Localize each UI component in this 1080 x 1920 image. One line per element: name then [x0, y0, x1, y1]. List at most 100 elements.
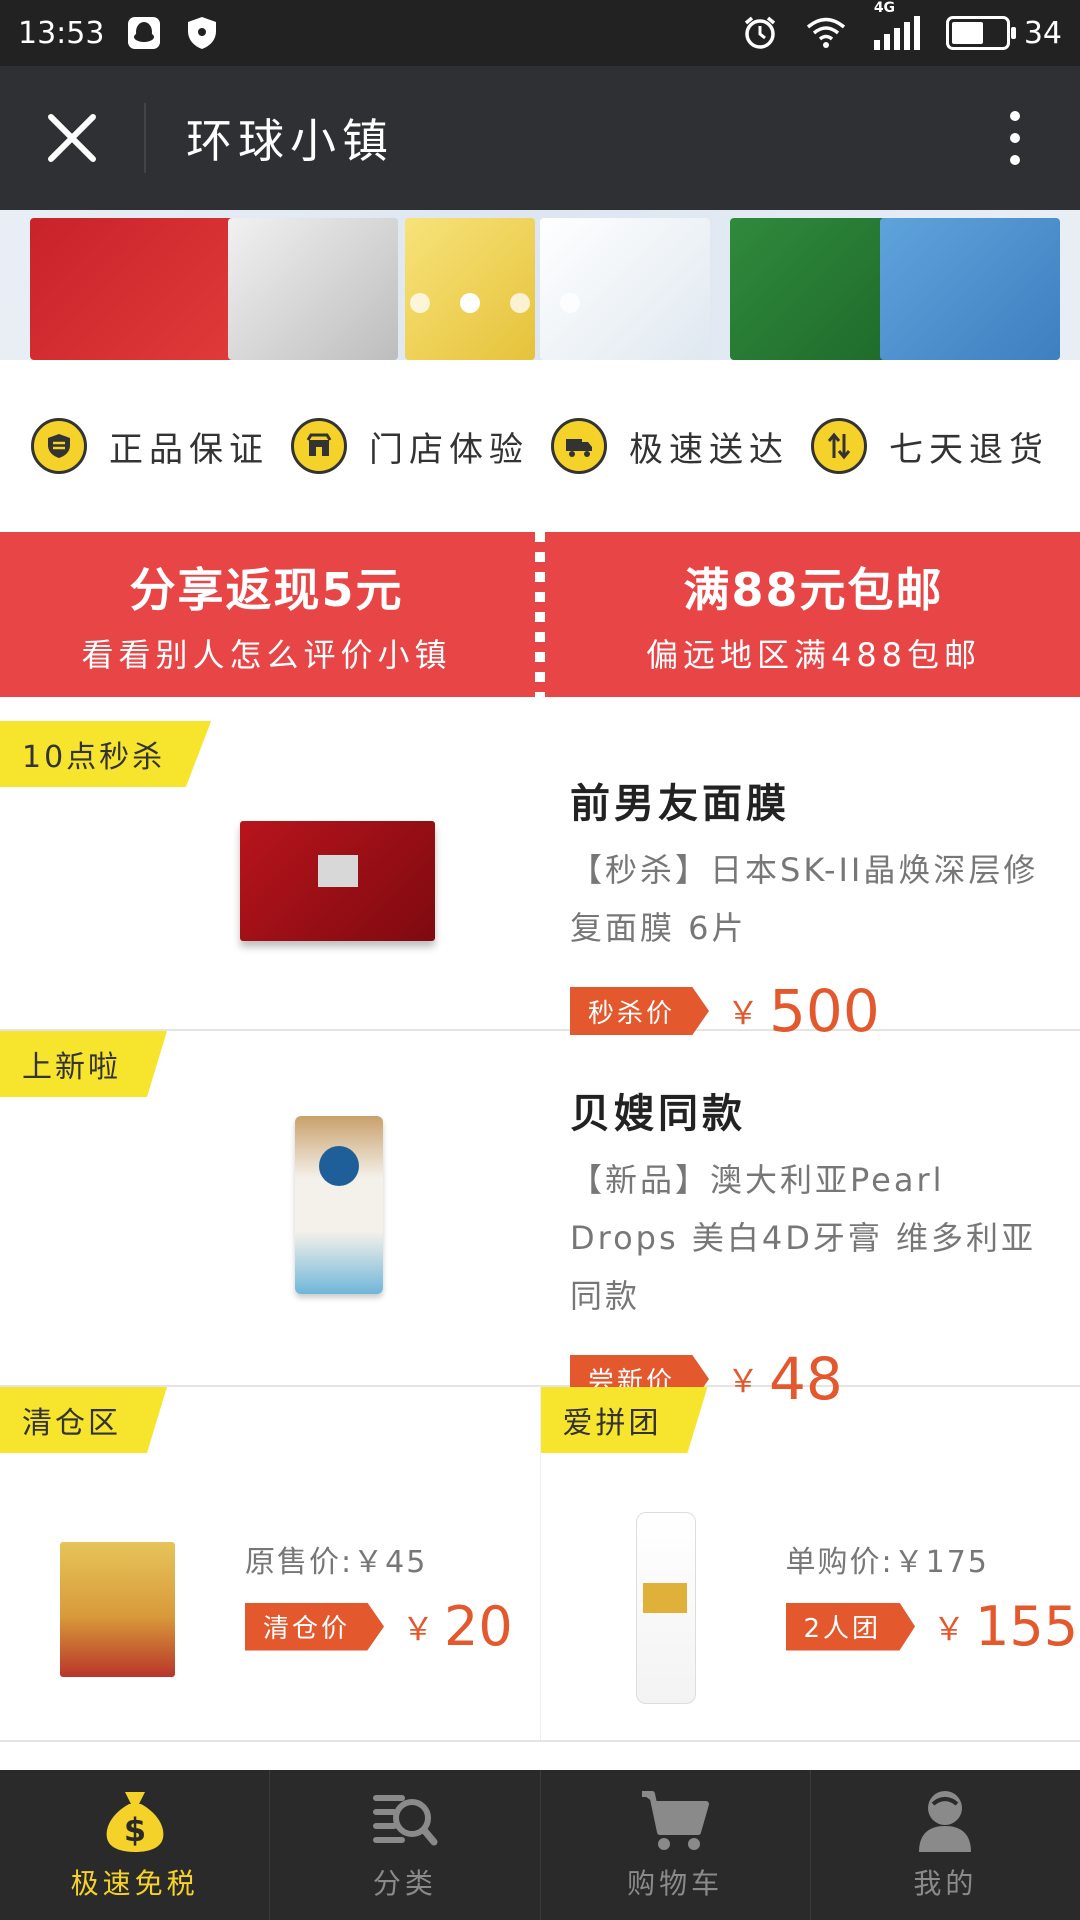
banner-book-image	[540, 218, 710, 360]
price-row: 2人团 ￥ 155	[785, 1595, 1079, 1658]
banner-dot-active[interactable]	[460, 293, 480, 313]
price-badge: 秒杀价	[570, 987, 710, 1035]
product-description: 【秒杀】日本SK-II晶焕深层修复面膜 6片	[570, 851, 1039, 947]
price-row: 清仓价 ￥ 20	[245, 1595, 513, 1658]
feature-label: 门店体验	[369, 429, 529, 470]
product-tag: 清仓区	[0, 1387, 167, 1453]
product-tag: 上新啦	[0, 1031, 167, 1097]
original-price: 原售价:￥45	[245, 1545, 428, 1580]
truck-icon	[551, 418, 607, 474]
money-bag-icon: $	[106, 1792, 163, 1852]
original-price: 单购价:￥175	[785, 1545, 989, 1580]
wifi-icon	[806, 17, 845, 48]
feature-label: 七天退货	[889, 429, 1049, 470]
feature-strip: 正品保证 门店体验 极速送达 七天退货	[0, 360, 1080, 532]
close-button[interactable]	[0, 66, 144, 210]
return-icon	[811, 418, 867, 474]
tab-label: 分类	[372, 1867, 437, 1900]
banner-dot[interactable]	[510, 293, 530, 313]
product-price: 20	[444, 1595, 513, 1658]
product-price: 155	[975, 1595, 1079, 1658]
product-description: 【新品】澳大利亚Pearl Drops 美白4D牙膏 维多利亚同款	[570, 1161, 1037, 1315]
tab-cart[interactable]: 购物车	[539, 1770, 810, 1920]
product-name: 前男友面膜	[570, 781, 790, 827]
title-divider	[144, 103, 146, 173]
currency-symbol: ￥	[933, 1609, 966, 1648]
promo-title: 满88元包邮	[683, 562, 944, 617]
product-name: 贝嫂同款	[570, 1091, 746, 1137]
promo-divider	[535, 532, 545, 697]
shield-status-icon	[188, 17, 217, 49]
banner-pagination	[410, 293, 580, 313]
tab-category[interactable]: 分类	[269, 1770, 539, 1920]
tab-me[interactable]: 我的	[809, 1770, 1080, 1920]
product-image	[60, 1542, 175, 1677]
product-image	[635, 1512, 696, 1704]
feature-label: 极速送达	[629, 429, 789, 470]
feature-delivery: 极速送达	[551, 418, 789, 474]
product-info: 贝嫂同款 【新品】澳大利亚Pearl Drops 美白4D牙膏 维多利亚同款 尝…	[570, 1081, 1050, 1413]
close-icon	[48, 114, 96, 162]
currency-symbol: ￥	[402, 1609, 435, 1648]
banner-book-image	[30, 218, 250, 360]
status-time: 13:53	[18, 15, 105, 51]
battery-fill	[951, 22, 983, 44]
banner-carousel[interactable]	[0, 210, 1080, 360]
price-badge: 2人团	[785, 1602, 916, 1651]
banner-book-image	[730, 218, 890, 360]
more-menu-button[interactable]	[1010, 66, 1020, 210]
title-bar: 环球小镇	[0, 66, 1080, 210]
promo-share-cashback[interactable]: 分享返现5元 看看别人怎么评价小镇	[0, 532, 533, 697]
banner-dot[interactable]	[560, 293, 580, 313]
banner-dot[interactable]	[410, 293, 430, 313]
product-tag: 爱拼团	[540, 1387, 708, 1453]
network-type: 4G	[873, 0, 896, 16]
product-card[interactable]: 10点秒杀 前男友面膜 【秒杀】日本SK-II晶焕深层修复面膜 6片 秒杀价 ￥…	[0, 721, 1080, 1045]
feature-store: 门店体验	[291, 418, 529, 474]
currency-symbol: ￥	[727, 994, 760, 1032]
tab-home[interactable]: $ 极速免税	[0, 1770, 269, 1920]
promo-subtitle: 偏远地区满488包邮	[645, 635, 982, 674]
product-logo-image	[318, 855, 358, 887]
product-card[interactable]: 上新啦 贝嫂同款 【新品】澳大利亚Pearl Drops 美白4D牙膏 维多利亚…	[0, 1031, 1080, 1413]
battery-icon	[945, 16, 1016, 50]
category-search-icon	[372, 1795, 438, 1846]
product-image	[295, 1116, 383, 1294]
product-label-image	[642, 1583, 687, 1613]
product-image	[240, 821, 435, 941]
product-logo-image	[319, 1146, 359, 1186]
cart-icon	[642, 1791, 710, 1850]
page-title: 环球小镇	[186, 114, 394, 168]
product-tag: 10点秒杀	[0, 721, 212, 787]
svg-text:$: $	[123, 1811, 145, 1849]
promo-free-shipping[interactable]: 满88元包邮 偏远地区满488包邮	[547, 532, 1080, 697]
product-info: 前男友面膜 【秒杀】日本SK-II晶焕深层修复面膜 6片 秒杀价 ￥ 500	[570, 771, 1050, 1045]
user-icon	[919, 1791, 972, 1852]
banner-book-image	[880, 218, 1060, 360]
product-card-clearance[interactable]: 清仓区 原售价:￥45 清仓价 ￥ 20	[0, 1387, 540, 1740]
promo-subtitle: 看看别人怎么评价小镇	[81, 635, 452, 674]
product-card-group-buy[interactable]: 爱拼团 单购价:￥175 2人团 ￥ 155	[539, 1387, 1080, 1740]
promo-banner: 分享返现5元 看看别人怎么评价小镇 满88元包邮 偏远地区满488包邮	[0, 532, 1080, 697]
tab-label: 购物车	[627, 1867, 724, 1900]
store-icon	[291, 418, 347, 474]
feature-label: 正品保证	[109, 429, 269, 470]
tab-label: 极速免税	[70, 1867, 199, 1900]
qq-icon	[128, 17, 161, 49]
tab-label: 我的	[913, 1867, 978, 1900]
status-bar: 13:53 4G 34	[0, 0, 1080, 66]
feature-authentic: 正品保证	[31, 418, 269, 474]
signal-icon: 4G	[873, 0, 920, 50]
promo-title: 分享返现5元	[129, 562, 404, 617]
banner-book-image	[228, 218, 398, 360]
battery-percent: 34	[1023, 15, 1062, 51]
small-product-row: 清仓区 原售价:￥45 清仓价 ￥ 20 爱拼团 单购价:￥175 2人团 ￥ …	[0, 1387, 1080, 1742]
bottom-tab-bar: $ 极速免税 分类 购物车 我的	[0, 1770, 1080, 1920]
product-price-block: 原售价:￥45 清仓价 ￥ 20	[245, 1537, 513, 1658]
price-badge: 清仓价	[245, 1602, 385, 1651]
feature-return: 七天退货	[811, 418, 1049, 474]
banner-book-image	[405, 218, 535, 360]
battery-indicator: 34	[945, 15, 1062, 51]
alarm-icon	[744, 16, 775, 49]
shield-icon	[31, 418, 87, 474]
